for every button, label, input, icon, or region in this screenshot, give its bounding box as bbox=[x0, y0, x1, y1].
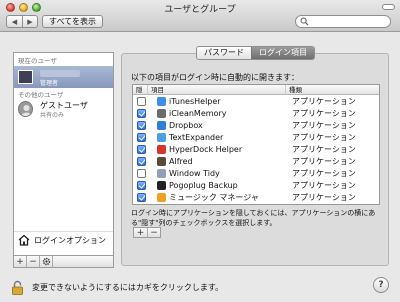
item-name: Dropbox bbox=[169, 121, 203, 130]
toolbar-toggle-button[interactable] bbox=[382, 4, 395, 10]
item-name: Pogoplug Backup bbox=[169, 181, 238, 190]
user-item-current[interactable]: 管理者 bbox=[14, 66, 113, 88]
lock-icon[interactable] bbox=[11, 280, 24, 295]
user-role: 管理者 bbox=[40, 80, 59, 87]
column-header-hide[interactable]: 隠す bbox=[133, 85, 148, 104]
remove-user-button[interactable]: − bbox=[27, 256, 40, 267]
lock-message: 変更できないようにするにはカギをクリックします。 bbox=[32, 283, 224, 292]
item-kind: アプリケーション bbox=[292, 109, 356, 118]
home-icon bbox=[18, 234, 30, 246]
window-title: ユーザとグループ bbox=[164, 5, 236, 15]
app-icon bbox=[157, 109, 166, 118]
add-login-item-button[interactable]: + bbox=[134, 228, 147, 238]
user-name-redacted bbox=[40, 70, 80, 77]
item-name: Window Tidy bbox=[169, 169, 220, 178]
table-header: 隠す 項目 種類 bbox=[133, 85, 379, 104]
action-menu-button[interactable] bbox=[40, 256, 53, 267]
app-icon bbox=[157, 181, 166, 190]
item-name: HyperDock Helper bbox=[169, 145, 243, 154]
login-items-toolbar: + − bbox=[133, 227, 161, 238]
app-icon bbox=[157, 169, 166, 178]
guest-avatar-icon bbox=[18, 101, 33, 117]
table-row[interactable]: TextExpander アプリケーション bbox=[133, 132, 379, 143]
user-list-toolbar: + − bbox=[13, 256, 114, 268]
table-row[interactable]: Alfred アプリケーション bbox=[133, 156, 379, 167]
item-kind: アプリケーション bbox=[292, 145, 356, 154]
user-item-guest[interactable]: ゲストユーザ 共有のみ bbox=[14, 99, 113, 121]
column-header-kind[interactable]: 種類 bbox=[286, 85, 379, 94]
tab-password[interactable]: パスワード bbox=[197, 47, 251, 59]
app-icon bbox=[157, 121, 166, 130]
table-row[interactable]: Window Tidy アプリケーション bbox=[133, 168, 379, 179]
item-name: iTunesHelper bbox=[169, 97, 221, 106]
item-name: TextExpander bbox=[169, 133, 224, 142]
hide-checkbox[interactable] bbox=[137, 157, 146, 166]
item-kind: アプリケーション bbox=[292, 169, 356, 178]
item-kind: アプリケーション bbox=[292, 181, 356, 190]
app-icon bbox=[157, 97, 166, 106]
search-input[interactable] bbox=[295, 15, 391, 28]
item-name: iCleanMemory bbox=[169, 109, 227, 118]
login-options-item[interactable]: ログインオプション bbox=[14, 231, 113, 247]
toolbar: ユーザとグループ ◀ ▶ すべてを表示 bbox=[0, 0, 400, 32]
hide-checkbox[interactable] bbox=[137, 169, 146, 178]
user-list: 現在のユーザ 管理者 その他のユーザ ゲストユーザ 共有のみ ログインオプション bbox=[13, 52, 114, 256]
item-name: ミュージック マネージャ bbox=[169, 193, 259, 202]
tab-login-items[interactable]: ログイン項目 bbox=[251, 47, 314, 59]
guest-subtitle: 共有のみ bbox=[40, 112, 65, 119]
app-icon bbox=[157, 145, 166, 154]
table-row[interactable]: Dropbox アプリケーション bbox=[133, 120, 379, 131]
item-kind: アプリケーション bbox=[292, 193, 356, 202]
column-header-item[interactable]: 項目 bbox=[148, 85, 286, 94]
hide-checkbox[interactable] bbox=[137, 133, 146, 142]
app-icon bbox=[157, 193, 166, 202]
login-items-intro: 以下の項目がログイン時に自動的に開きます： bbox=[131, 73, 299, 82]
item-kind: アプリケーション bbox=[292, 157, 356, 166]
other-users-header: その他のユーザ bbox=[18, 91, 64, 99]
remove-login-item-button[interactable]: − bbox=[147, 228, 160, 238]
hide-checkbox[interactable] bbox=[137, 181, 146, 190]
table-row[interactable]: iTunesHelper アプリケーション bbox=[133, 96, 379, 107]
back-forward-control: ◀ ▶ bbox=[6, 15, 38, 28]
add-user-button[interactable]: + bbox=[14, 256, 27, 267]
item-kind: アプリケーション bbox=[292, 121, 356, 130]
hide-apps-note: ログイン時にアプリケーションを隠しておくには、アプリケーションの横にある"隠す"… bbox=[131, 209, 376, 227]
avatar bbox=[18, 70, 33, 84]
hide-checkbox[interactable] bbox=[137, 193, 146, 202]
item-name: Alfred bbox=[169, 157, 193, 166]
table-row[interactable]: iCleanMemory アプリケーション bbox=[133, 108, 379, 119]
table-row[interactable]: HyperDock Helper アプリケーション bbox=[133, 144, 379, 155]
gear-icon bbox=[42, 257, 50, 266]
search-icon bbox=[300, 17, 309, 26]
forward-button[interactable]: ▶ bbox=[22, 16, 37, 27]
back-button[interactable]: ◀ bbox=[7, 16, 22, 27]
table-row[interactable]: ミュージック マネージャ アプリケーション bbox=[133, 192, 379, 203]
preferences-window: ユーザとグループ ◀ ▶ すべてを表示 現在のユーザ 管理者 その他のユーザ ゲ… bbox=[0, 0, 400, 302]
hide-checkbox[interactable] bbox=[137, 97, 146, 106]
item-kind: アプリケーション bbox=[292, 97, 356, 106]
app-icon bbox=[157, 133, 166, 142]
show-all-button[interactable]: すべてを表示 bbox=[42, 15, 103, 28]
table-row[interactable]: Pogoplug Backup アプリケーション bbox=[133, 180, 379, 191]
login-items-table: 隠す 項目 種類 iTunesHelperアプリケーションiCleanMemor… bbox=[132, 84, 380, 205]
tab-bar: パスワード ログイン項目 bbox=[196, 46, 315, 60]
item-kind: アプリケーション bbox=[292, 133, 356, 142]
hide-checkbox[interactable] bbox=[137, 145, 146, 154]
hide-checkbox[interactable] bbox=[137, 121, 146, 130]
app-icon bbox=[157, 157, 166, 166]
help-button[interactable]: ? bbox=[373, 277, 389, 293]
hide-checkbox[interactable] bbox=[137, 109, 146, 118]
login-options-label: ログインオプション bbox=[34, 236, 106, 245]
current-users-header: 現在のユーザ bbox=[18, 57, 57, 65]
